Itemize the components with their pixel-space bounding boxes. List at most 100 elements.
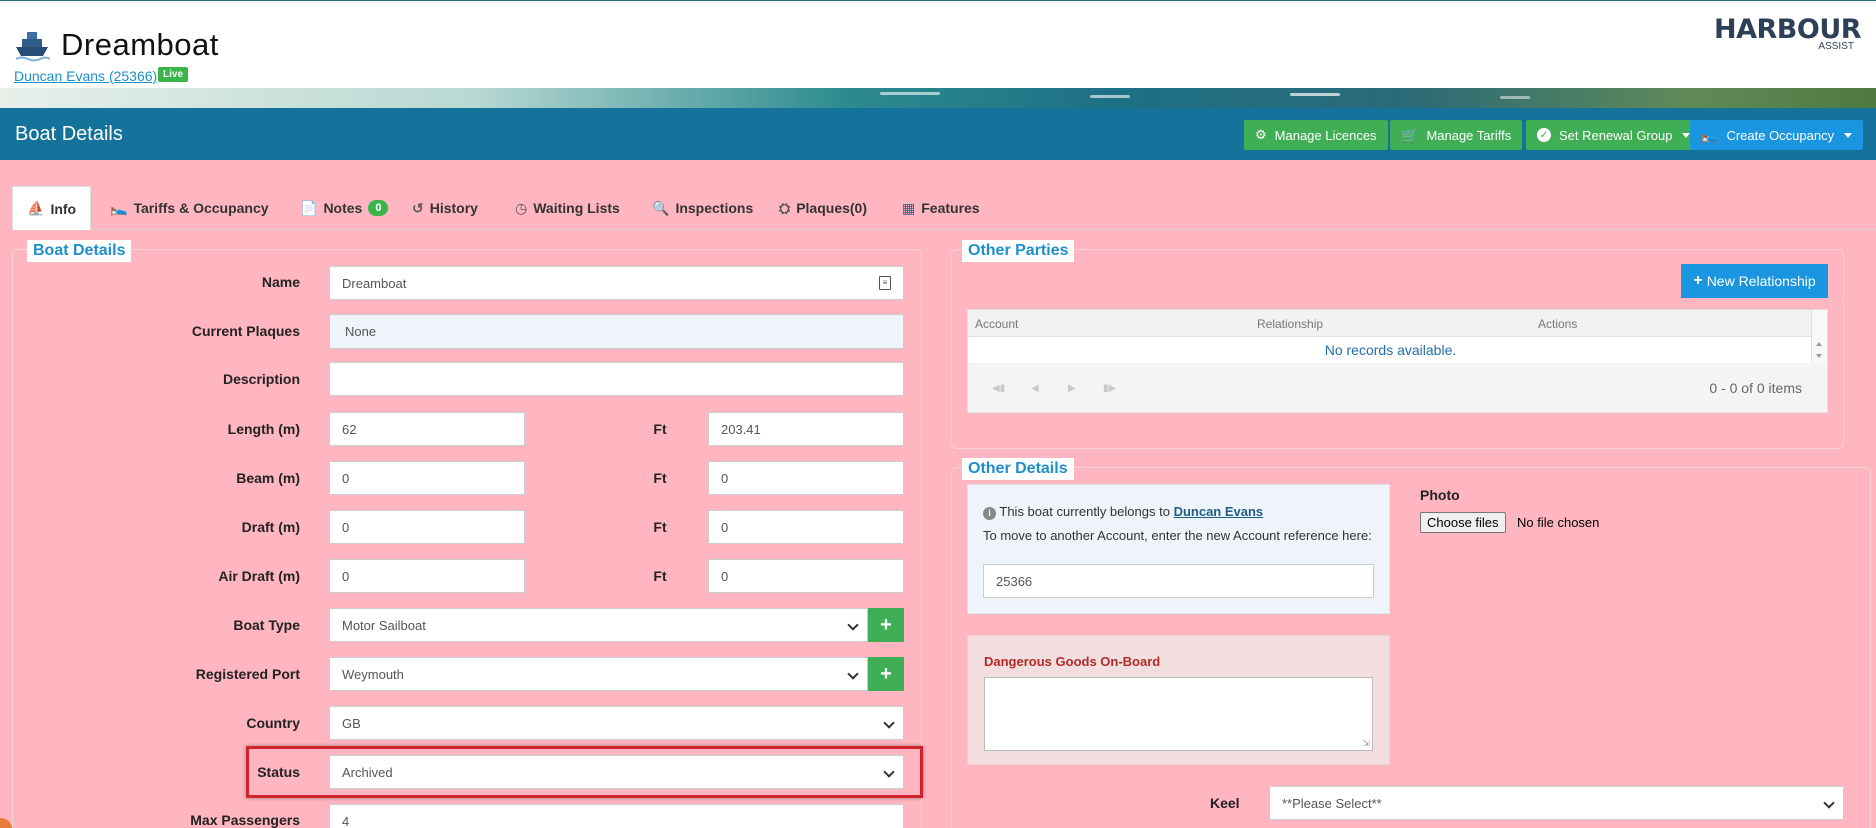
photo-label: Photo: [1420, 487, 1460, 503]
status-highlight-box: [246, 746, 923, 798]
chevron-down-icon: [847, 619, 859, 631]
panel-legend: Boat Details: [27, 240, 132, 262]
owner-account-link[interactable]: Duncan Evans: [1174, 504, 1264, 519]
length-ft-label: Ft: [653, 421, 667, 437]
new-relationship-button[interactable]: + New Relationship: [1681, 264, 1828, 298]
table-pager: ◀▮ ◀ ▶ ▮▶ 0 - 0 of 0 items: [968, 363, 1827, 412]
country-label: Country: [246, 715, 300, 731]
tab-info[interactable]: ⛵ Info: [12, 186, 92, 230]
grid-icon: ▦: [902, 199, 916, 216]
country-select[interactable]: GB: [329, 706, 904, 740]
resize-handle-icon[interactable]: ⇲: [1362, 738, 1370, 749]
air-draft-ft-label: Ft: [653, 568, 667, 584]
boat-type-select[interactable]: Motor Sailboat: [329, 608, 868, 642]
chevron-down-icon: [1823, 797, 1835, 809]
beam-ft-input[interactable]: 0: [708, 461, 904, 495]
document-icon: 📄: [300, 199, 318, 216]
dangerous-goods-textarea[interactable]: ⇲: [984, 677, 1373, 751]
scroll-down-icon[interactable]: [1816, 354, 1822, 358]
tab-bar: ⛵ Info 🛌 Tariffs & Occupancy 📄 Notes 0 ↺…: [12, 186, 1876, 230]
section-title: Boat Details: [15, 123, 123, 145]
ownership-info-box: i This boat currently belongs to Duncan …: [967, 484, 1390, 614]
tab-features[interactable]: ▦ Features: [902, 186, 980, 230]
bed-icon: 🛌: [110, 199, 128, 216]
panel-legend: Other Parties: [962, 240, 1075, 262]
empty-row: No records available.: [968, 337, 1813, 363]
plus-icon: +: [1693, 272, 1703, 289]
draft-ft-label: Ft: [653, 519, 667, 535]
account-reference-input[interactable]: 25366: [983, 564, 1374, 598]
dangerous-goods-label: Dangerous Goods On-Board: [984, 654, 1161, 669]
description-label: Description: [222, 371, 300, 387]
owner-link[interactable]: Duncan Evans (25366): [14, 68, 157, 84]
name-label: Name: [261, 274, 300, 290]
table-scrollbar[interactable]: [1811, 310, 1827, 363]
registered-port-select[interactable]: Weymouth: [329, 657, 868, 691]
tab-tariffs-occupancy[interactable]: 🛌 Tariffs & Occupancy: [110, 186, 269, 230]
set-renewal-group-button[interactable]: ✓ Set Renewal Group: [1526, 120, 1702, 150]
clock-icon: ◷: [515, 199, 528, 216]
air-draft-ft-input[interactable]: 0: [708, 559, 904, 593]
length-m-input[interactable]: 62: [329, 412, 525, 446]
cart-icon: 🛒: [1401, 126, 1419, 143]
panel-legend: Other Details: [962, 458, 1074, 480]
search-icon: 🔍: [652, 199, 670, 216]
manage-tariffs-button[interactable]: 🛒 Manage Tariffs: [1390, 120, 1523, 150]
current-plaques-field: None: [329, 314, 904, 349]
last-page-icon[interactable]: ▮▶: [1103, 383, 1116, 394]
boat-icon: ⛵: [27, 200, 45, 216]
pager-info: 0 - 0 of 0 items: [1709, 380, 1802, 396]
no-file-text: No file chosen: [1517, 515, 1600, 530]
scroll-up-icon[interactable]: [1816, 342, 1822, 346]
create-occupancy-button[interactable]: 🛌 Create Occupancy: [1690, 120, 1864, 150]
tab-plaques[interactable]: ⛭ Plaques(0): [779, 186, 867, 230]
beam-ft-label: Ft: [653, 470, 667, 486]
licence-icon: ⚙: [1255, 127, 1267, 142]
history-icon: ↺: [412, 199, 424, 216]
draft-label: Draft (m): [241, 519, 300, 535]
add-port-button[interactable]: +: [868, 657, 904, 691]
next-page-icon[interactable]: ▶: [1068, 383, 1076, 394]
col-actions: Actions: [1538, 317, 1578, 331]
page-toolbar: Boat Details ⚙ Manage Licences 🛒 Manage …: [0, 108, 1876, 160]
boat-type-label: Boat Type: [233, 617, 300, 633]
air-draft-m-input[interactable]: 0: [329, 559, 525, 593]
chevron-down-icon: [883, 717, 895, 729]
beam-m-input[interactable]: 0: [329, 461, 525, 495]
col-account[interactable]: Account: [975, 317, 1018, 331]
manage-licences-button[interactable]: ⚙ Manage Licences: [1244, 120, 1388, 150]
first-page-icon[interactable]: ◀▮: [992, 383, 1005, 394]
name-input[interactable]: Dreamboat ≡: [329, 266, 904, 300]
col-relationship[interactable]: Relationship: [1257, 317, 1323, 331]
registered-port-label: Registered Port: [195, 666, 300, 682]
harbour-assist-logo: HARBOUR ASSIST: [1714, 14, 1862, 52]
page-title: Dreamboat: [61, 27, 219, 62]
table-header: Account Relationship Actions: [968, 310, 1813, 337]
draft-m-input[interactable]: 0: [329, 510, 525, 544]
max-passengers-label: Max Passengers: [190, 812, 300, 828]
chevron-down-icon: [847, 668, 859, 680]
tab-waiting-lists[interactable]: ◷ Waiting Lists: [515, 186, 620, 230]
keel-select[interactable]: **Please Select**: [1269, 786, 1844, 820]
tab-notes[interactable]: 📄 Notes 0: [300, 186, 389, 230]
max-passengers-input[interactable]: 4: [329, 804, 904, 828]
beam-label: Beam (m): [236, 470, 300, 486]
tab-history[interactable]: ↺ History: [412, 186, 478, 230]
description-input[interactable]: [329, 362, 904, 396]
help-widget-icon[interactable]: [0, 818, 12, 828]
relationships-table: Account Relationship Actions No records …: [967, 309, 1828, 413]
current-plaques-label: Current Plaques: [191, 323, 300, 339]
draft-ft-input[interactable]: 0: [708, 510, 904, 544]
prev-page-icon[interactable]: ◀: [1031, 383, 1039, 394]
check-circle-icon: ✓: [1537, 128, 1551, 142]
move-account-hint: To move to another Account, enter the ne…: [983, 528, 1372, 543]
add-boat-type-button[interactable]: +: [868, 608, 904, 642]
boat-icon: [15, 32, 50, 62]
length-ft-input[interactable]: 203.41: [708, 412, 904, 446]
keel-label: Keel: [1210, 795, 1240, 811]
choose-files-button[interactable]: Choose files: [1420, 512, 1506, 533]
header-white-area: [0, 0, 1876, 88]
notes-count-badge: 0: [368, 200, 389, 216]
air-draft-label: Air Draft (m): [218, 568, 300, 584]
tab-inspections[interactable]: 🔍 Inspections: [652, 186, 753, 230]
